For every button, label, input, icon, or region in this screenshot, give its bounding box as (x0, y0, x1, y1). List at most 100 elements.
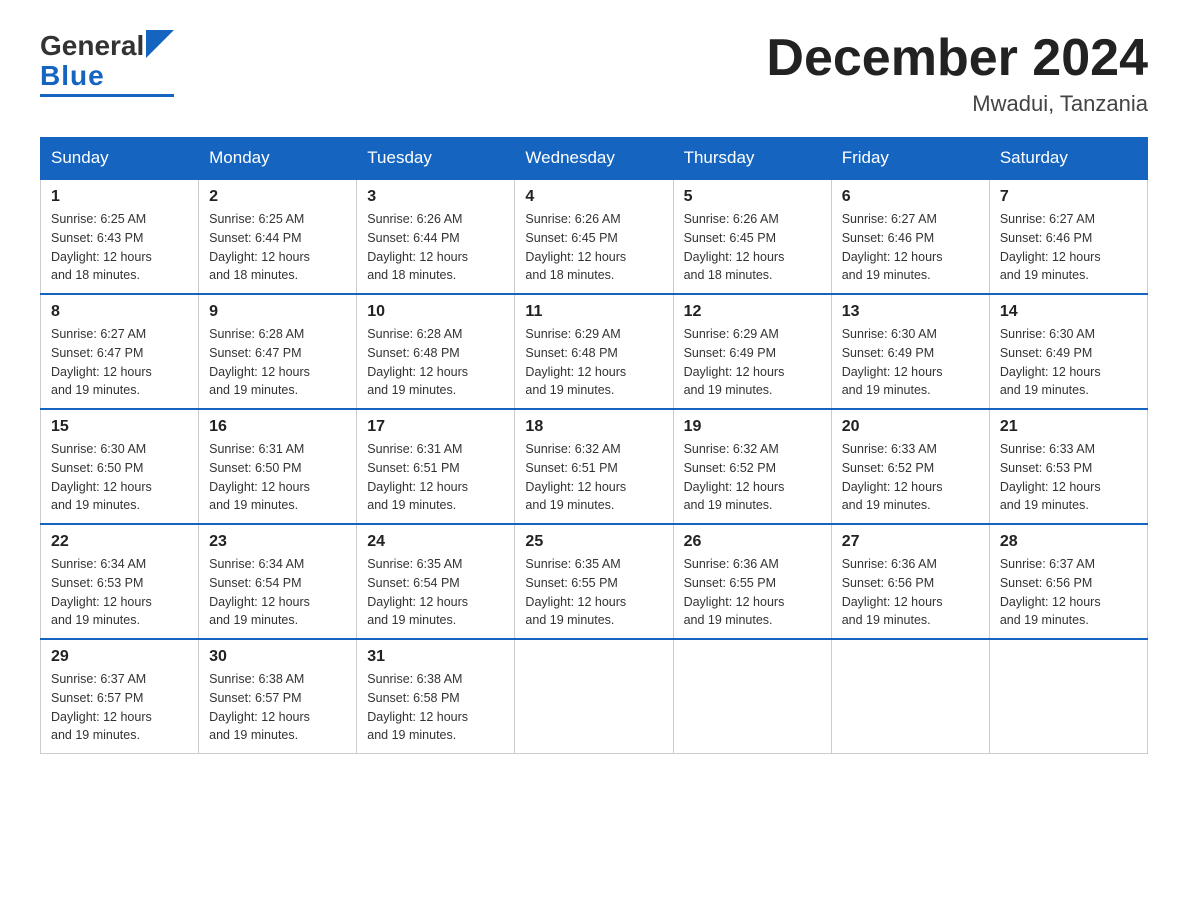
day-number: 6 (842, 188, 979, 206)
day-info: Sunrise: 6:29 AMSunset: 6:49 PMDaylight:… (684, 325, 821, 400)
day-number: 14 (1000, 303, 1137, 321)
calendar-cell: 23 Sunrise: 6:34 AMSunset: 6:54 PMDaylig… (199, 524, 357, 639)
day-info: Sunrise: 6:38 AMSunset: 6:57 PMDaylight:… (209, 670, 346, 745)
calendar-cell (989, 639, 1147, 754)
calendar-cell: 17 Sunrise: 6:31 AMSunset: 6:51 PMDaylig… (357, 409, 515, 524)
day-info: Sunrise: 6:26 AMSunset: 6:45 PMDaylight:… (525, 210, 662, 285)
day-number: 26 (684, 533, 821, 551)
calendar-cell: 14 Sunrise: 6:30 AMSunset: 6:49 PMDaylig… (989, 294, 1147, 409)
page-header: General Blue December 2024 Mwadui, Tanza… (40, 30, 1148, 117)
day-number: 11 (525, 303, 662, 321)
day-info: Sunrise: 6:25 AMSunset: 6:44 PMDaylight:… (209, 210, 346, 285)
day-info: Sunrise: 6:35 AMSunset: 6:55 PMDaylight:… (525, 555, 662, 630)
calendar-cell: 20 Sunrise: 6:33 AMSunset: 6:52 PMDaylig… (831, 409, 989, 524)
day-info: Sunrise: 6:28 AMSunset: 6:48 PMDaylight:… (367, 325, 504, 400)
day-info: Sunrise: 6:29 AMSunset: 6:48 PMDaylight:… (525, 325, 662, 400)
calendar-cell: 24 Sunrise: 6:35 AMSunset: 6:54 PMDaylig… (357, 524, 515, 639)
day-info: Sunrise: 6:37 AMSunset: 6:56 PMDaylight:… (1000, 555, 1137, 630)
calendar-cell (673, 639, 831, 754)
calendar-cell: 19 Sunrise: 6:32 AMSunset: 6:52 PMDaylig… (673, 409, 831, 524)
day-info: Sunrise: 6:28 AMSunset: 6:47 PMDaylight:… (209, 325, 346, 400)
day-number: 16 (209, 418, 346, 436)
day-number: 22 (51, 533, 188, 551)
calendar-cell: 21 Sunrise: 6:33 AMSunset: 6:53 PMDaylig… (989, 409, 1147, 524)
calendar-title-block: December 2024 Mwadui, Tanzania (766, 30, 1148, 117)
day-info: Sunrise: 6:30 AMSunset: 6:50 PMDaylight:… (51, 440, 188, 515)
calendar-cell: 5 Sunrise: 6:26 AMSunset: 6:45 PMDayligh… (673, 179, 831, 294)
header-friday: Friday (831, 138, 989, 180)
day-number: 15 (51, 418, 188, 436)
day-info: Sunrise: 6:36 AMSunset: 6:56 PMDaylight:… (842, 555, 979, 630)
calendar-cell: 16 Sunrise: 6:31 AMSunset: 6:50 PMDaylig… (199, 409, 357, 524)
day-info: Sunrise: 6:38 AMSunset: 6:58 PMDaylight:… (367, 670, 504, 745)
day-number: 4 (525, 188, 662, 206)
calendar-cell: 30 Sunrise: 6:38 AMSunset: 6:57 PMDaylig… (199, 639, 357, 754)
calendar-cell: 29 Sunrise: 6:37 AMSunset: 6:57 PMDaylig… (41, 639, 199, 754)
day-number: 21 (1000, 418, 1137, 436)
day-number: 17 (367, 418, 504, 436)
day-number: 28 (1000, 533, 1137, 551)
day-number: 29 (51, 648, 188, 666)
logo-blue-text: Blue (40, 60, 105, 92)
day-info: Sunrise: 6:26 AMSunset: 6:44 PMDaylight:… (367, 210, 504, 285)
header-sunday: Sunday (41, 138, 199, 180)
calendar-cell: 22 Sunrise: 6:34 AMSunset: 6:53 PMDaylig… (41, 524, 199, 639)
day-info: Sunrise: 6:34 AMSunset: 6:53 PMDaylight:… (51, 555, 188, 630)
day-number: 7 (1000, 188, 1137, 206)
calendar-week-row: 22 Sunrise: 6:34 AMSunset: 6:53 PMDaylig… (41, 524, 1148, 639)
day-info: Sunrise: 6:32 AMSunset: 6:52 PMDaylight:… (684, 440, 821, 515)
day-info: Sunrise: 6:35 AMSunset: 6:54 PMDaylight:… (367, 555, 504, 630)
calendar-cell: 18 Sunrise: 6:32 AMSunset: 6:51 PMDaylig… (515, 409, 673, 524)
day-number: 13 (842, 303, 979, 321)
day-number: 27 (842, 533, 979, 551)
calendar-month-year: December 2024 (766, 30, 1148, 87)
logo-general-text: General (40, 30, 144, 62)
calendar-cell (515, 639, 673, 754)
calendar-cell: 10 Sunrise: 6:28 AMSunset: 6:48 PMDaylig… (357, 294, 515, 409)
calendar-week-row: 1 Sunrise: 6:25 AMSunset: 6:43 PMDayligh… (41, 179, 1148, 294)
header-saturday: Saturday (989, 138, 1147, 180)
calendar-cell: 11 Sunrise: 6:29 AMSunset: 6:48 PMDaylig… (515, 294, 673, 409)
day-info: Sunrise: 6:33 AMSunset: 6:52 PMDaylight:… (842, 440, 979, 515)
calendar-cell: 13 Sunrise: 6:30 AMSunset: 6:49 PMDaylig… (831, 294, 989, 409)
calendar-table: SundayMondayTuesdayWednesdayThursdayFrid… (40, 137, 1148, 754)
day-number: 23 (209, 533, 346, 551)
header-monday: Monday (199, 138, 357, 180)
day-info: Sunrise: 6:34 AMSunset: 6:54 PMDaylight:… (209, 555, 346, 630)
day-info: Sunrise: 6:36 AMSunset: 6:55 PMDaylight:… (684, 555, 821, 630)
calendar-cell: 1 Sunrise: 6:25 AMSunset: 6:43 PMDayligh… (41, 179, 199, 294)
day-number: 8 (51, 303, 188, 321)
day-number: 2 (209, 188, 346, 206)
calendar-cell: 3 Sunrise: 6:26 AMSunset: 6:44 PMDayligh… (357, 179, 515, 294)
day-number: 19 (684, 418, 821, 436)
logo-underline (40, 94, 174, 97)
day-info: Sunrise: 6:37 AMSunset: 6:57 PMDaylight:… (51, 670, 188, 745)
day-info: Sunrise: 6:33 AMSunset: 6:53 PMDaylight:… (1000, 440, 1137, 515)
day-number: 5 (684, 188, 821, 206)
calendar-cell: 28 Sunrise: 6:37 AMSunset: 6:56 PMDaylig… (989, 524, 1147, 639)
day-number: 18 (525, 418, 662, 436)
day-number: 20 (842, 418, 979, 436)
day-info: Sunrise: 6:30 AMSunset: 6:49 PMDaylight:… (842, 325, 979, 400)
day-info: Sunrise: 6:27 AMSunset: 6:47 PMDaylight:… (51, 325, 188, 400)
day-number: 30 (209, 648, 346, 666)
calendar-cell: 31 Sunrise: 6:38 AMSunset: 6:58 PMDaylig… (357, 639, 515, 754)
calendar-cell: 25 Sunrise: 6:35 AMSunset: 6:55 PMDaylig… (515, 524, 673, 639)
calendar-header-row: SundayMondayTuesdayWednesdayThursdayFrid… (41, 138, 1148, 180)
day-info: Sunrise: 6:30 AMSunset: 6:49 PMDaylight:… (1000, 325, 1137, 400)
day-info: Sunrise: 6:31 AMSunset: 6:51 PMDaylight:… (367, 440, 504, 515)
day-number: 9 (209, 303, 346, 321)
header-thursday: Thursday (673, 138, 831, 180)
calendar-cell (831, 639, 989, 754)
day-info: Sunrise: 6:27 AMSunset: 6:46 PMDaylight:… (1000, 210, 1137, 285)
calendar-cell: 8 Sunrise: 6:27 AMSunset: 6:47 PMDayligh… (41, 294, 199, 409)
day-info: Sunrise: 6:26 AMSunset: 6:45 PMDaylight:… (684, 210, 821, 285)
day-info: Sunrise: 6:27 AMSunset: 6:46 PMDaylight:… (842, 210, 979, 285)
calendar-cell: 4 Sunrise: 6:26 AMSunset: 6:45 PMDayligh… (515, 179, 673, 294)
logo: General Blue (40, 30, 174, 97)
calendar-cell: 7 Sunrise: 6:27 AMSunset: 6:46 PMDayligh… (989, 179, 1147, 294)
calendar-cell: 9 Sunrise: 6:28 AMSunset: 6:47 PMDayligh… (199, 294, 357, 409)
calendar-cell: 15 Sunrise: 6:30 AMSunset: 6:50 PMDaylig… (41, 409, 199, 524)
day-number: 1 (51, 188, 188, 206)
day-number: 12 (684, 303, 821, 321)
